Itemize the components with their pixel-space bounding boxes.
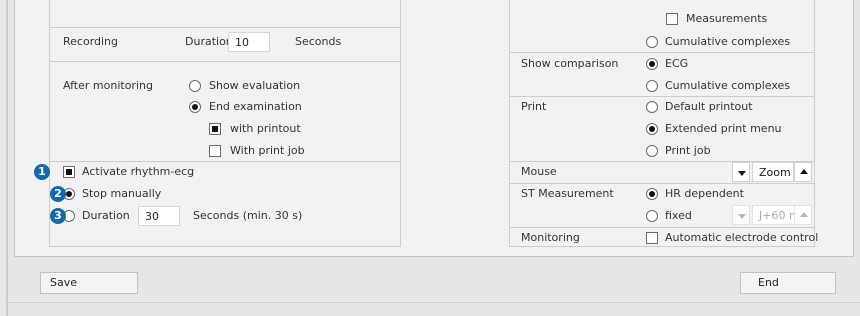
recording-duration-input[interactable]: 10 — [228, 32, 270, 52]
end-button-label: End — [758, 276, 779, 289]
activate-rhythm-checkbox[interactable] — [63, 166, 75, 178]
end-button[interactable]: End — [740, 272, 836, 294]
print-extended-label: Extended print menu — [665, 122, 782, 135]
chevron-up-icon — [800, 212, 808, 217]
st-hr-dependent-label: HR dependent — [665, 187, 744, 200]
cumulative-top-radio[interactable] — [646, 36, 658, 48]
comparison-ecg-radio[interactable] — [646, 58, 658, 70]
st-fixed-up-button[interactable] — [794, 205, 812, 225]
monitoring-label: Monitoring — [521, 231, 580, 244]
rhythm-duration-label: Duration — [82, 209, 130, 222]
mouse-label: Mouse — [521, 165, 557, 178]
auto-electrode-label: Automatic electrode control — [665, 231, 819, 244]
callout-badge-2: 2 — [50, 186, 66, 202]
print-extended-radio[interactable] — [646, 123, 658, 135]
recording-label: Recording — [63, 35, 119, 48]
stop-manually-label: Stop manually — [82, 187, 162, 200]
right-settings-group: Measurements Cumulative complexes Show c… — [509, 0, 819, 247]
measurements-label: Measurements — [686, 12, 768, 25]
print-default-radio[interactable] — [646, 101, 658, 113]
show-evaluation-label: Show evaluation — [209, 79, 301, 92]
window-frame-left — [6, 0, 8, 316]
chevron-down-icon — [738, 171, 746, 176]
after-monitoring-label: After monitoring — [63, 79, 153, 92]
chevron-up-icon — [800, 169, 808, 174]
print-default-label: Default printout — [665, 100, 753, 113]
st-fixed-radio[interactable] — [646, 210, 658, 222]
with-printout-label: with printout — [230, 122, 301, 135]
rhythm-duration-input[interactable]: 30 — [138, 206, 180, 226]
comparison-ecg-label: ECG — [665, 57, 689, 70]
st-measurement-label: ST Measurement — [521, 187, 614, 200]
measurements-checkbox[interactable] — [666, 13, 678, 25]
comparison-cumulative-label: Cumulative complexes — [665, 79, 791, 92]
chevron-down-icon — [738, 214, 746, 219]
save-button-label: Save — [50, 276, 78, 289]
with-print-job-checkbox[interactable] — [209, 145, 221, 157]
end-examination-label: End examination — [209, 100, 302, 113]
callout-badge-1: 1 — [34, 164, 50, 180]
left-settings-group: Recording Duratior 10 Seconds After moni… — [49, 0, 401, 247]
with-print-job-label: With print job — [230, 144, 305, 157]
save-button[interactable]: Save — [40, 272, 138, 294]
with-printout-checkbox[interactable] — [209, 123, 221, 135]
recording-duration-label: Duratior — [185, 35, 231, 48]
st-fixed-label: fixed — [665, 209, 692, 222]
recording-unit-label: Seconds — [295, 35, 342, 48]
cumulative-top-label: Cumulative complexes — [665, 35, 791, 48]
show-evaluation-radio[interactable] — [189, 80, 201, 92]
window-frame-bottom — [6, 302, 860, 303]
show-comparison-label: Show comparison — [521, 57, 619, 70]
mouse-dropdown-value[interactable]: Zoom — [752, 162, 794, 182]
end-examination-radio[interactable] — [189, 101, 201, 113]
rhythm-seconds-hint: Seconds (min. 30 s) — [193, 209, 303, 222]
print-label: Print — [521, 100, 547, 113]
auto-electrode-checkbox[interactable] — [646, 232, 658, 244]
mouse-dropdown-down-button[interactable] — [732, 162, 750, 182]
activate-rhythm-label: Activate rhythm-ecg — [82, 165, 195, 178]
st-fixed-down-button[interactable] — [732, 205, 750, 225]
callout-badge-3: 3 — [50, 208, 66, 224]
st-hr-dependent-radio[interactable] — [646, 188, 658, 200]
mouse-dropdown-up-button[interactable] — [794, 162, 812, 182]
print-job-radio[interactable] — [646, 145, 658, 157]
print-job-label: Print job — [665, 144, 711, 157]
comparison-cumulative-radio[interactable] — [646, 80, 658, 92]
settings-panel: Recording Duratior 10 Seconds After moni… — [14, 0, 854, 257]
